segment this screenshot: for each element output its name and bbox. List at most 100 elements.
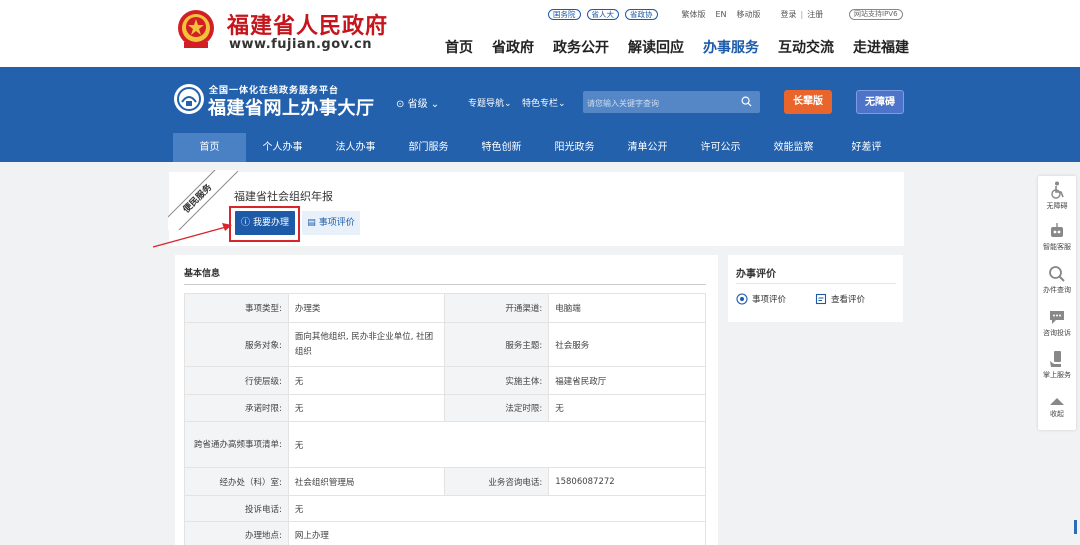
table-row: 事项类型: 办理类 开通渠道: 电脑端 bbox=[184, 293, 706, 323]
float-collapse[interactable]: 收起 bbox=[1038, 395, 1076, 419]
field-label: 事项类型: bbox=[184, 293, 289, 323]
field-label: 法定时限: bbox=[444, 394, 550, 422]
float-mobile-service[interactable]: 掌上服务 bbox=[1038, 350, 1076, 380]
nav-gov-affairs[interactable]: 政务公开 bbox=[553, 37, 609, 57]
scrollbar-thumb[interactable] bbox=[1074, 520, 1077, 534]
search-box bbox=[583, 91, 760, 115]
tab-supervision[interactable]: 效能监察 bbox=[757, 133, 830, 162]
tab-list-public[interactable]: 清单公开 bbox=[611, 133, 684, 162]
robot-icon bbox=[1051, 223, 1063, 237]
field-value: 网上办理 bbox=[287, 521, 707, 545]
annotation-arrow-icon bbox=[152, 223, 232, 248]
topic-nav-label: 专题导航 bbox=[468, 99, 505, 109]
link-provincial-cppcc[interactable]: 省政协 bbox=[625, 9, 658, 20]
search-icon bbox=[1049, 266, 1065, 282]
link-mobile[interactable]: 移动版 bbox=[737, 9, 761, 20]
basic-info-table: 事项类型: 办理类 开通渠道: 电脑端 服务对象: 面向其他组织, 民办非企业单… bbox=[184, 293, 707, 545]
nav-interpretation[interactable]: 解读回应 bbox=[628, 37, 684, 57]
tab-rating[interactable]: 好差评 bbox=[830, 133, 903, 162]
field-value: 电脑端 bbox=[548, 293, 706, 323]
hall-logo-icon bbox=[174, 84, 204, 114]
float-collapse-label: 收起 bbox=[1050, 410, 1064, 418]
hand-phone-icon bbox=[1050, 351, 1061, 367]
nav-about-fujian[interactable]: 走进福建 bbox=[853, 37, 909, 57]
chevron-up-icon bbox=[1050, 398, 1064, 405]
field-label: 经办处（科）室: bbox=[184, 467, 289, 496]
float-case-query-label: 办件查询 bbox=[1043, 286, 1071, 294]
link-traditional[interactable]: 繁体版 bbox=[682, 9, 706, 20]
nav-services[interactable]: 办事服务 bbox=[703, 37, 759, 57]
link-english[interactable]: EN bbox=[716, 10, 727, 19]
item-evaluation-button[interactable]: ▤ 事项评价 bbox=[302, 211, 360, 235]
table-row: 经办处（科）室: 社会组织管理局 业务咨询电话: 15806087272 bbox=[184, 467, 706, 496]
field-value: 社会服务 bbox=[548, 322, 706, 367]
float-accessibility[interactable]: 无障碍 bbox=[1038, 181, 1076, 211]
search-input[interactable] bbox=[583, 92, 733, 115]
field-label: 业务咨询电话: bbox=[444, 467, 550, 496]
table-row: 办理地点: 网上办理 bbox=[184, 521, 707, 545]
tab-innovation[interactable]: 特色创新 bbox=[465, 133, 538, 162]
item-evaluation-link-label: 事项评价 bbox=[752, 295, 787, 305]
field-label: 行使层级: bbox=[184, 366, 289, 395]
search-icon[interactable] bbox=[741, 96, 752, 107]
tab-home[interactable]: 首页 bbox=[173, 133, 246, 162]
evaluation-title: 办事评价 bbox=[736, 269, 776, 280]
field-label: 办理地点: bbox=[184, 521, 289, 545]
feature-column-dropdown[interactable]: 特色专栏⌄ bbox=[522, 96, 566, 109]
field-value: 无 bbox=[287, 421, 707, 468]
level-select[interactable]: ⊙ 省级 ⌄ bbox=[396, 95, 439, 110]
item-evaluation-label: 事项评价 bbox=[318, 218, 355, 228]
item-evaluation-link[interactable]: 事项评价 bbox=[736, 293, 786, 305]
table-row: 投诉电话: 无 bbox=[184, 495, 707, 522]
divider bbox=[184, 284, 706, 285]
float-smart-service[interactable]: 智能客服 bbox=[1038, 222, 1076, 252]
ipv6-badge: 网站支持IPV6 bbox=[849, 9, 903, 20]
divider bbox=[736, 283, 896, 284]
tab-sunshine[interactable]: 阳光政务 bbox=[538, 133, 611, 162]
view-evaluation-link[interactable]: 查看评价 bbox=[815, 293, 865, 305]
nav-interaction[interactable]: 互动交流 bbox=[778, 37, 834, 57]
view-evaluation-link-label: 查看评价 bbox=[831, 295, 866, 305]
float-case-query[interactable]: 办件查询 bbox=[1038, 265, 1076, 295]
hall-title[interactable]: 福建省网上办事大厅 bbox=[208, 94, 375, 120]
topic-nav-dropdown[interactable]: 专题导航⌄ bbox=[468, 96, 512, 109]
divider: | bbox=[800, 10, 804, 19]
basic-info-title: 基本信息 bbox=[184, 269, 221, 279]
float-complaint[interactable]: 咨询投诉 bbox=[1038, 308, 1076, 338]
accessibility-button[interactable]: 无障碍 bbox=[856, 90, 904, 114]
tab-license[interactable]: 许可公示 bbox=[684, 133, 757, 162]
service-title: 福建省社会组织年报 bbox=[234, 190, 333, 203]
document-icon: ▤ bbox=[307, 218, 316, 228]
tab-legal-person[interactable]: 法人办事 bbox=[319, 133, 392, 162]
float-accessibility-label: 无障碍 bbox=[1046, 202, 1068, 210]
link-state-council[interactable]: 国务院 bbox=[548, 9, 581, 20]
field-value: 面向其他组织, 民办非企业单位, 社团组织 bbox=[287, 322, 446, 367]
elder-mode-button[interactable]: 长辈版 bbox=[784, 90, 832, 114]
table-row: 跨省通办高频事项清单: 无 bbox=[184, 421, 707, 468]
site-name[interactable]: 福建省人民政府 bbox=[227, 8, 388, 40]
nav-home[interactable]: 首页 bbox=[445, 37, 473, 57]
field-value: 无 bbox=[287, 495, 707, 522]
target-icon bbox=[736, 293, 748, 305]
tab-departments[interactable]: 部门服务 bbox=[392, 133, 465, 162]
tab-personal[interactable]: 个人办事 bbox=[246, 133, 319, 162]
field-label: 实施主体: bbox=[444, 366, 550, 395]
level-select-label: 省级 bbox=[407, 99, 428, 110]
field-label: 服务主题: bbox=[444, 322, 550, 367]
float-complaint-label: 咨询投诉 bbox=[1043, 329, 1071, 337]
login-link[interactable]: 登录 bbox=[781, 9, 797, 20]
field-label: 投诉电话: bbox=[184, 495, 289, 522]
field-value: 无 bbox=[548, 394, 706, 422]
link-provincial-congress[interactable]: 省人大 bbox=[586, 9, 619, 20]
table-row: 服务对象: 面向其他组织, 民办非企业单位, 社团组织 服务主题: 社会服务 bbox=[184, 322, 706, 367]
chat-icon bbox=[1050, 311, 1064, 324]
chevron-down-icon: ⌄ bbox=[430, 99, 440, 110]
register-link[interactable]: 注册 bbox=[807, 9, 823, 20]
table-row: 承诺时限: 无 法定时限: 无 bbox=[184, 394, 706, 422]
nav-government[interactable]: 省政府 bbox=[492, 37, 534, 57]
field-value: 社会组织管理局 bbox=[287, 467, 446, 496]
table-row: 行使层级: 无 实施主体: 福建省民政厅 bbox=[184, 366, 706, 395]
wheelchair-icon bbox=[1051, 181, 1064, 199]
main-nav: 首页 省政府 政务公开 解读回应 办事服务 互动交流 走进福建 bbox=[445, 37, 928, 57]
field-value: 15806087272 bbox=[548, 467, 706, 496]
